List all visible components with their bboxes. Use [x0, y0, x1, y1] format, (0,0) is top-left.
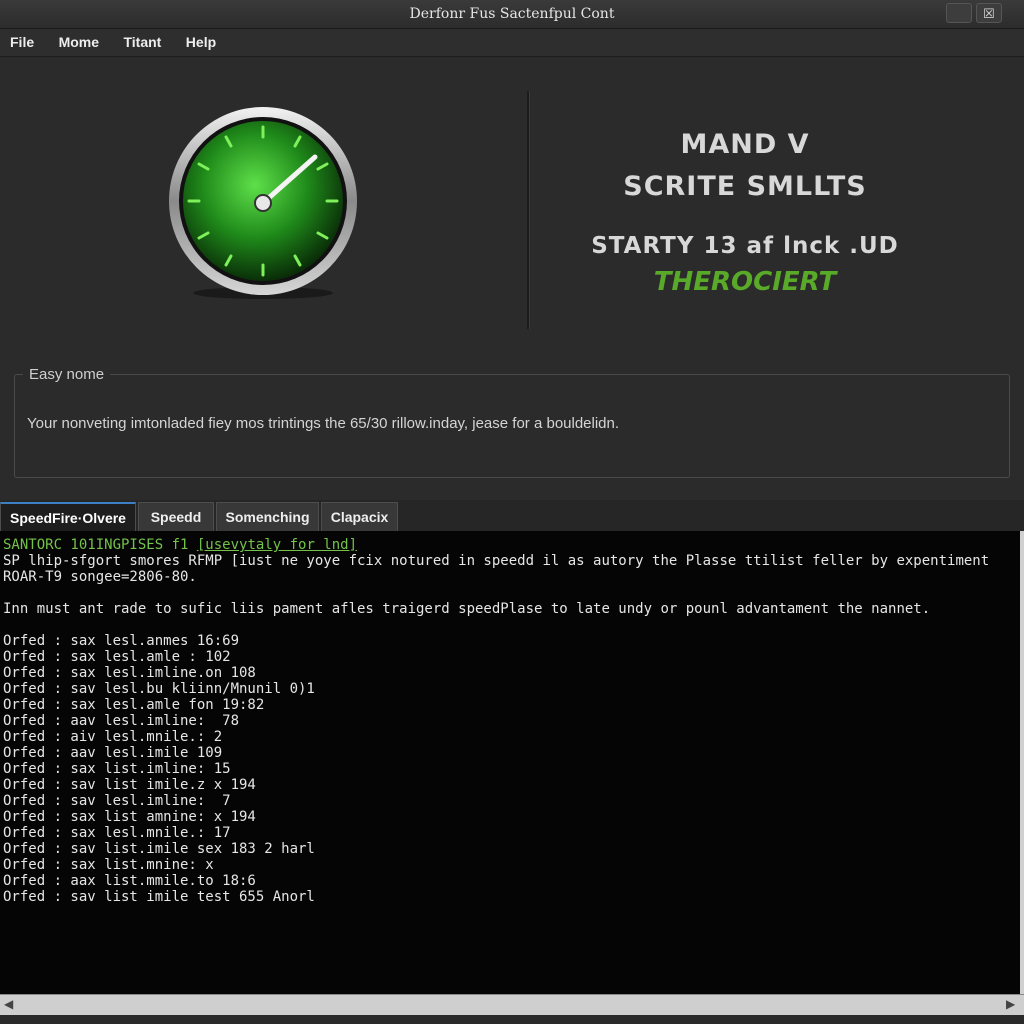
hero-line-4: THEROCIERT: [653, 267, 837, 297]
easy-description: Your nonveting imtonladed fiey mos trint…: [27, 415, 620, 432]
minimize-button[interactable]: [946, 3, 972, 23]
speedometer-icon: [169, 107, 357, 299]
console-output[interactable]: SANTORC 101INGPISES f1 [usevytaly for ln…: [0, 531, 1020, 994]
console-log-line: Orfed : sax list.imline: 15: [3, 761, 231, 777]
horizontal-scrollbar[interactable]: ◀ ▶: [0, 994, 1024, 1015]
menu-titant[interactable]: Titant: [113, 29, 171, 50]
console-log-line: Orfed : sax lesl.anmes 16:69: [3, 633, 240, 649]
console-log-line: Orfed : aiv lesl.mnile.: 2: [3, 729, 223, 745]
console-log-line: Orfed : sav lesl.imline: 7: [3, 793, 231, 809]
console-log-line: Orfed : sax lesl.amle : 102: [3, 649, 231, 665]
easy-legend: Easy nome: [29, 366, 105, 383]
console-header-line: SANTORC 101INGPISES f1 [usevytaly for ln…: [3, 537, 358, 553]
console-log-line: Orfed : sav lesl.bu kliinn/Mnunil 0)1: [3, 681, 315, 697]
console-log-line: Orfed : sax lesl.amle fon 19:82: [3, 697, 265, 713]
scroll-right-icon[interactable]: ▶: [1006, 997, 1015, 1011]
menu-help[interactable]: Help: [176, 29, 226, 50]
hero-divider: [527, 91, 530, 329]
console-log-line: Orfed : sav list imile.z x 194: [3, 777, 256, 793]
window-title: Derfonr Fus Sactenfpul Cont: [409, 6, 615, 22]
console-log-line: Orfed : sax list.mnine: x: [3, 857, 214, 873]
title-bar: Derfonr Fus Sactenfpul Cont ☒: [0, 0, 1024, 29]
menu-bar: File Mome Titant Help: [0, 29, 1024, 57]
easy-group: Easy nome Your nonveting imtonladed fiey…: [14, 366, 1010, 478]
console-log-line: Orfed : sax lesl.mnile.: 17: [3, 825, 231, 841]
console-log-line: Orfed : aav lesl.imline: 78: [3, 713, 240, 729]
hero-panel: MAND V SCRITE SMLLTS STARTY 13 af lnck .…: [0, 57, 1024, 357]
console-log-line: Orfed : sav list imile test 655 Anorl: [3, 889, 315, 905]
console-header-line: SP lhip-sfgort smores RFMP [iust ne yoye…: [3, 553, 990, 569]
console-log-line: Orfed : aax list.mmile.to 18:6: [3, 873, 256, 889]
tab-clapacix[interactable]: Clapacix: [321, 502, 398, 531]
hero-line-3: STARTY 13 af lnck .UD: [591, 233, 899, 259]
console-log-line: Orfed : sax lesl.imline.on 108: [3, 665, 256, 681]
hero-line-1: MAND V: [680, 129, 810, 160]
menu-file[interactable]: File: [0, 29, 44, 50]
console-header-line: Inn must ant rade to sufic liis pament a…: [3, 601, 931, 617]
console-log-line: Orfed : sav list.imile sex 183 2 harl: [3, 841, 315, 857]
hero-line-2: SCRITE SMLLTS: [623, 171, 867, 202]
tab-somenching[interactable]: Somenching: [216, 502, 319, 531]
status-bar: [0, 1015, 1024, 1024]
console-log-line: Orfed : sax list amnine: x 194: [3, 809, 256, 825]
tab-speedd[interactable]: Speedd: [138, 502, 214, 531]
console-header-line: ROAR-T9 songee=2806-80.: [3, 569, 197, 585]
scroll-left-icon[interactable]: ◀: [4, 997, 13, 1011]
console-log-line: Orfed : aav lesl.imile 109: [3, 745, 223, 761]
close-button[interactable]: ☒: [976, 3, 1002, 23]
menu-mome[interactable]: Mome: [49, 29, 109, 50]
tab-bar: SpeedFire·Olvere Speedd Somenching Clapa…: [0, 500, 1024, 531]
tab-speedfire-olvere[interactable]: SpeedFire·Olvere: [0, 502, 136, 531]
console-vertical-scrollbar[interactable]: [1020, 531, 1024, 994]
